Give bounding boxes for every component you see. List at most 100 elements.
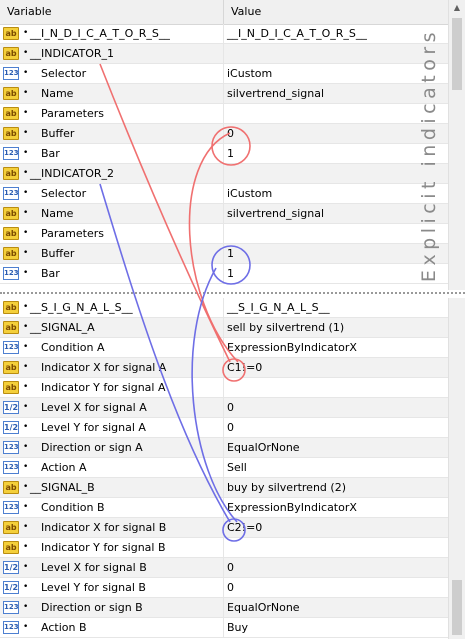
grid-row[interactable]: ab • Parameters bbox=[0, 104, 448, 124]
value-cell[interactable]: Sell bbox=[224, 458, 448, 478]
value-cell[interactable]: EqualOrNone bbox=[224, 598, 448, 618]
variable-cell[interactable]: 123 • Direction or sign A bbox=[0, 438, 224, 458]
variable-cell[interactable]: ab • Parameters bbox=[0, 104, 224, 124]
variable-cell[interactable]: ab • Name bbox=[0, 84, 224, 104]
variable-cell[interactable]: 123 • Action A bbox=[0, 458, 224, 478]
variable-cell[interactable]: ab • Buffer bbox=[0, 124, 224, 144]
variable-cell[interactable]: ab • Indicator X for signal A bbox=[0, 358, 224, 378]
grid-row[interactable]: ab • Parameters bbox=[0, 224, 448, 244]
variable-cell[interactable]: 123 • Bar bbox=[0, 264, 224, 284]
grid-row[interactable]: ab • Indicator Y for signal A bbox=[0, 378, 448, 398]
value-cell[interactable] bbox=[224, 378, 448, 398]
variable-cell[interactable]: 1/2 • Level X for signal A bbox=[0, 398, 224, 418]
value-cell[interactable]: 0 bbox=[224, 558, 448, 578]
value-cell[interactable]: ExpressionByIndicatorX bbox=[224, 338, 448, 358]
variable-cell[interactable]: ab • Indicator Y for signal B bbox=[0, 538, 224, 558]
grid-row[interactable]: 123 • Selector iCustom bbox=[0, 64, 448, 84]
grid-row[interactable]: 123 • Action B Buy bbox=[0, 618, 448, 638]
variable-cell[interactable]: 123 • Selector bbox=[0, 64, 224, 84]
tree-bullet: • bbox=[23, 382, 29, 392]
grid-row[interactable]: 123 • Direction or sign B EqualOrNone bbox=[0, 598, 448, 618]
variable-cell[interactable]: 1/2 • Level Y for signal A bbox=[0, 418, 224, 438]
variable-cell[interactable]: 123 • Action B bbox=[0, 618, 224, 638]
grid-row[interactable]: ab • __SIGNAL_A sell by silvertrend (1) bbox=[0, 318, 448, 338]
value-cell[interactable]: C1!=0 bbox=[224, 358, 448, 378]
variable-cell[interactable]: 123 • Condition A bbox=[0, 338, 224, 358]
grid-row[interactable]: ab • Name silvertrend_signal bbox=[0, 204, 448, 224]
variable-cell[interactable]: ab • Indicator X for signal B bbox=[0, 518, 224, 538]
scrollbar-thumb[interactable] bbox=[452, 580, 462, 635]
variable-cell[interactable]: ab • __SIGNAL_B bbox=[0, 478, 224, 498]
variable-cell[interactable]: 123 • Bar bbox=[0, 144, 224, 164]
double-type-icon: 1/2 bbox=[3, 421, 19, 434]
vertical-scrollbar-bottom[interactable] bbox=[448, 298, 465, 639]
grid-row[interactable]: ab • Indicator X for signal A C1!=0 bbox=[0, 358, 448, 378]
variable-cell[interactable]: ab • __INDICATOR_1 bbox=[0, 44, 224, 64]
scroll-up-icon[interactable]: ▲ bbox=[449, 0, 465, 16]
grid-row[interactable]: 1/2 • Level X for signal A 0 bbox=[0, 398, 448, 418]
variable-cell[interactable]: ab • __S_I_G_N_A_L_S__ bbox=[0, 298, 224, 318]
value-cell[interactable]: ExpressionByIndicatorX bbox=[224, 498, 448, 518]
variable-cell[interactable]: 123 • Condition B bbox=[0, 498, 224, 518]
grid-row[interactable]: 123 • Bar 1 bbox=[0, 264, 448, 284]
value-cell[interactable]: Buy bbox=[224, 618, 448, 638]
variable-cell[interactable]: 1/2 • Level X for signal B bbox=[0, 558, 224, 578]
grid-row[interactable]: ab • __SIGNAL_B buy by silvertrend (2) bbox=[0, 478, 448, 498]
variable-name: __SIGNAL_B bbox=[30, 481, 95, 494]
grid-row[interactable]: ab • __INDICATOR_2 bbox=[0, 164, 448, 184]
column-header-value[interactable]: Value bbox=[224, 0, 448, 24]
grid-row[interactable]: 123 • Bar 1 bbox=[0, 144, 448, 164]
value-cell[interactable]: 0 bbox=[224, 418, 448, 438]
tree-bullet: • bbox=[23, 482, 29, 492]
grid-row[interactable]: ab • Name silvertrend_signal bbox=[0, 84, 448, 104]
value-cell[interactable]: EqualOrNone bbox=[224, 438, 448, 458]
tree-bullet: • bbox=[23, 362, 29, 372]
grid-row[interactable]: ab • __I_N_D_I_C_A_T_O_R_S__ __I_N_D_I_C_A_… bbox=[0, 24, 448, 44]
vertical-scrollbar-top[interactable]: ▲ bbox=[448, 0, 465, 290]
variable-name: Parameters bbox=[41, 107, 104, 120]
variable-cell[interactable]: ab • Name bbox=[0, 204, 224, 224]
grid-row[interactable]: ab • Indicator X for signal B C2!=0 bbox=[0, 518, 448, 538]
value-cell[interactable] bbox=[224, 538, 448, 558]
tree-bullet: • bbox=[23, 342, 29, 352]
tree-bullet: • bbox=[23, 128, 29, 138]
tree-bullet: • bbox=[23, 228, 29, 238]
grid-row[interactable]: 123 • Condition B ExpressionByIndicatorX bbox=[0, 498, 448, 518]
grid-row[interactable]: ab • Buffer 0 bbox=[0, 124, 448, 144]
grid-row[interactable]: ab • Buffer 1 bbox=[0, 244, 448, 264]
variable-cell[interactable]: 123 • Selector bbox=[0, 184, 224, 204]
grid-row[interactable]: ab • __S_I_G_N_A_L_S__ __S_I_G_N_A_L_S__ bbox=[0, 298, 448, 318]
grid-row[interactable]: ab • __INDICATOR_1 bbox=[0, 44, 448, 64]
variable-name: __I_N_D_I_C_A_T_O_R_S__ bbox=[30, 27, 170, 40]
string-type-icon: ab bbox=[3, 361, 19, 374]
string-type-icon: ab bbox=[3, 541, 19, 554]
grid-row[interactable]: 1/2 • Level Y for signal B 0 bbox=[0, 578, 448, 598]
value-cell[interactable]: 0 bbox=[224, 578, 448, 598]
variable-cell[interactable]: ab • Indicator Y for signal A bbox=[0, 378, 224, 398]
value-cell[interactable]: 0 bbox=[224, 398, 448, 418]
value-cell[interactable]: C2!=0 bbox=[224, 518, 448, 538]
value-cell[interactable]: buy by silvertrend (2) bbox=[224, 478, 448, 498]
grid-row[interactable]: 123 • Action A Sell bbox=[0, 458, 448, 478]
grid-row[interactable]: 123 • Selector iCustom bbox=[0, 184, 448, 204]
variable-cell[interactable]: ab • __I_N_D_I_C_A_T_O_R_S__ bbox=[0, 24, 224, 44]
variable-cell[interactable]: ab • __INDICATOR_2 bbox=[0, 164, 224, 184]
grid-row[interactable]: ab • Indicator Y for signal B bbox=[0, 538, 448, 558]
variable-cell[interactable]: 123 • Direction or sign B bbox=[0, 598, 224, 618]
tree-bullet: • bbox=[23, 422, 29, 432]
value-cell[interactable]: __S_I_G_N_A_L_S__ bbox=[224, 298, 448, 318]
variable-cell[interactable]: ab • __SIGNAL_A bbox=[0, 318, 224, 338]
string-type-icon: ab bbox=[3, 127, 19, 140]
variable-cell[interactable]: ab • Parameters bbox=[0, 224, 224, 244]
column-header-variable[interactable]: Variable bbox=[0, 0, 224, 24]
grid-row[interactable]: 1/2 • Level Y for signal A 0 bbox=[0, 418, 448, 438]
grid-row[interactable]: 123 • Condition A ExpressionByIndicatorX bbox=[0, 338, 448, 358]
grid-row[interactable]: 123 • Direction or sign A EqualOrNone bbox=[0, 438, 448, 458]
grid-row[interactable]: 1/2 • Level X for signal B 0 bbox=[0, 558, 448, 578]
scrollbar-thumb[interactable] bbox=[452, 18, 462, 90]
variable-cell[interactable]: ab • Buffer bbox=[0, 244, 224, 264]
variable-cell[interactable]: 1/2 • Level Y for signal B bbox=[0, 578, 224, 598]
tree-bullet: • bbox=[23, 28, 29, 38]
variable-name: Name bbox=[41, 207, 74, 220]
value-cell[interactable]: sell by silvertrend (1) bbox=[224, 318, 448, 338]
